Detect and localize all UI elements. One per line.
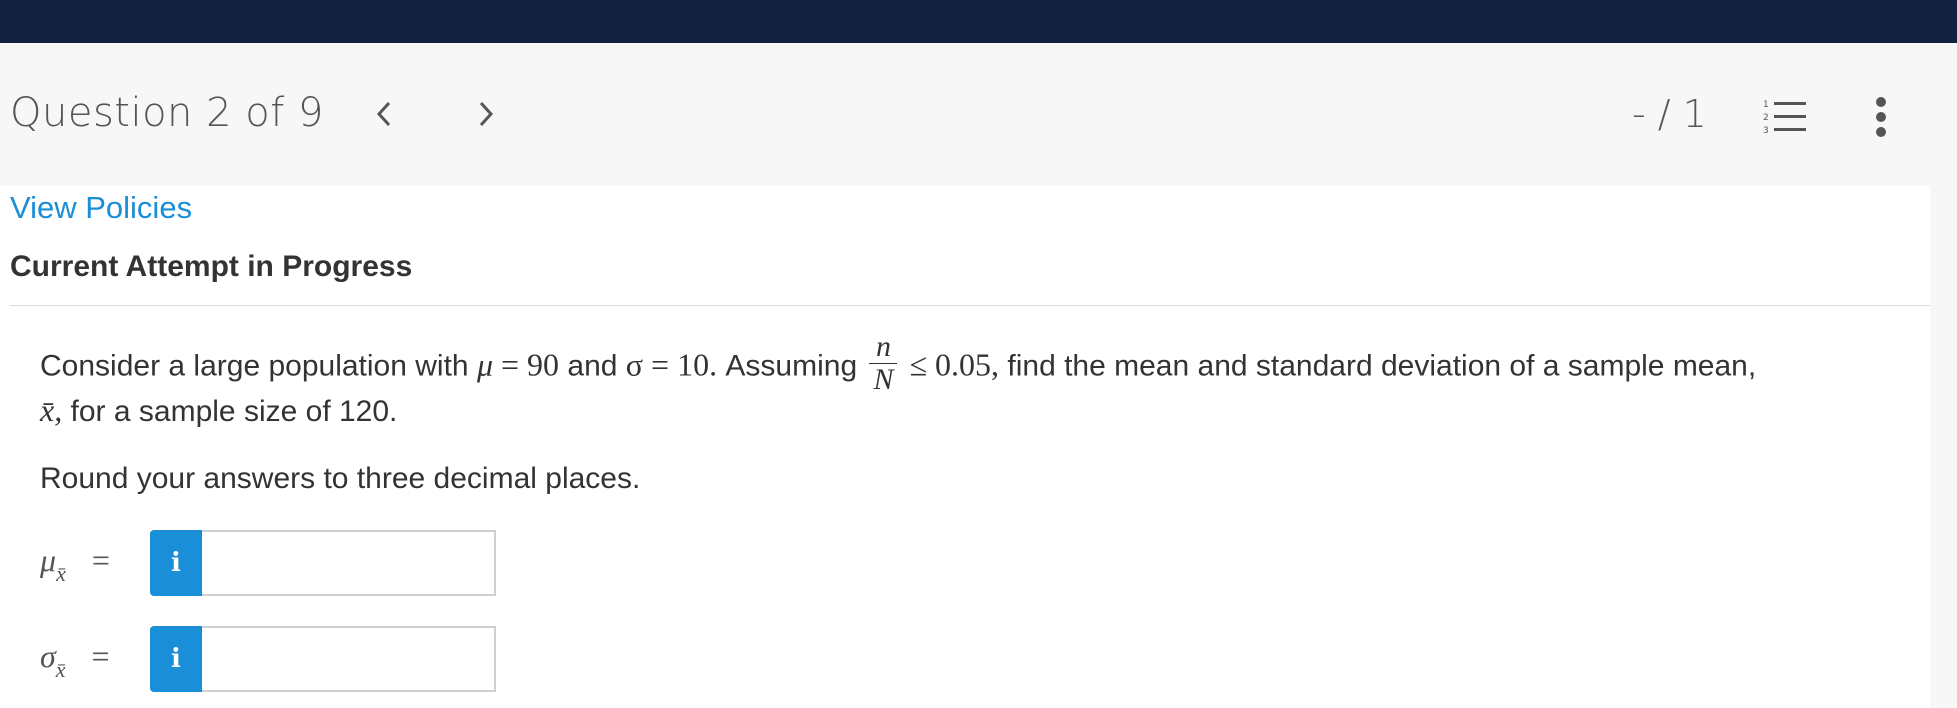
mu-symbol: μ <box>40 542 57 578</box>
chevron-left-icon <box>376 101 391 127</box>
question-title: Question 2 of 9 <box>10 90 325 136</box>
numbered-list-icon: 1 2 3 <box>1763 100 1806 136</box>
mu-symbol: μ <box>476 346 493 383</box>
rounding-instruction: Round your answers to three decimal plac… <box>40 462 641 495</box>
xbar-subscript: x̄ <box>56 561 66 586</box>
svg-text:3: 3 <box>1763 126 1769 136</box>
fraction-numerator: n <box>869 331 898 364</box>
sigma-symbol: σ <box>625 346 644 383</box>
question-list-button[interactable]: 1 2 3 <box>1762 98 1808 136</box>
sigma-value: = 10. <box>643 346 718 383</box>
equals-sign: = <box>91 638 110 674</box>
answer-label-mean: μx̄ = <box>40 542 110 586</box>
question-text: and <box>559 349 626 383</box>
fraction-bound: ≤ 0.05, <box>901 346 1000 383</box>
equals-sign: = <box>91 542 110 578</box>
svg-text:2: 2 <box>1763 113 1769 123</box>
std-dev-answer-input[interactable] <box>202 626 496 692</box>
mu-value: = 90 <box>493 346 560 383</box>
previous-question-button[interactable] <box>364 94 404 134</box>
question-text-line-2: x̄, for a sample size of 120. <box>40 392 397 429</box>
sampling-fraction: nN <box>869 331 898 396</box>
info-button[interactable]: i <box>150 530 202 596</box>
top-bar <box>0 0 1957 43</box>
answer-label-std-dev: σx̄ = <box>40 638 110 682</box>
score-display: - / 1 <box>1632 92 1707 136</box>
xbar-subscript: x̄ <box>55 657 66 682</box>
view-policies-link[interactable]: View Policies <box>10 190 192 226</box>
info-button[interactable]: i <box>150 626 202 692</box>
svg-text:1: 1 <box>1763 100 1769 110</box>
attempt-heading: Current Attempt in Progress <box>10 250 413 283</box>
next-question-button[interactable] <box>466 94 506 134</box>
question-text-line-1: Consider a large population with μ = 90 … <box>40 331 1757 400</box>
fraction-denominator: N <box>873 363 894 396</box>
question-text: Assuming <box>717 349 866 383</box>
more-vertical-icon <box>1876 97 1886 137</box>
mean-answer-input[interactable] <box>202 530 496 596</box>
sigma-symbol: σ <box>40 638 56 674</box>
chevron-right-icon <box>479 101 494 127</box>
question-text: for a sample size of 120. <box>62 395 398 428</box>
divider <box>10 305 1930 306</box>
more-options-button[interactable] <box>1870 96 1892 138</box>
question-text: find the mean and standard deviation of … <box>999 349 1757 383</box>
xbar-symbol: x̄, <box>40 392 63 428</box>
question-text: Consider a large population with <box>40 349 477 383</box>
